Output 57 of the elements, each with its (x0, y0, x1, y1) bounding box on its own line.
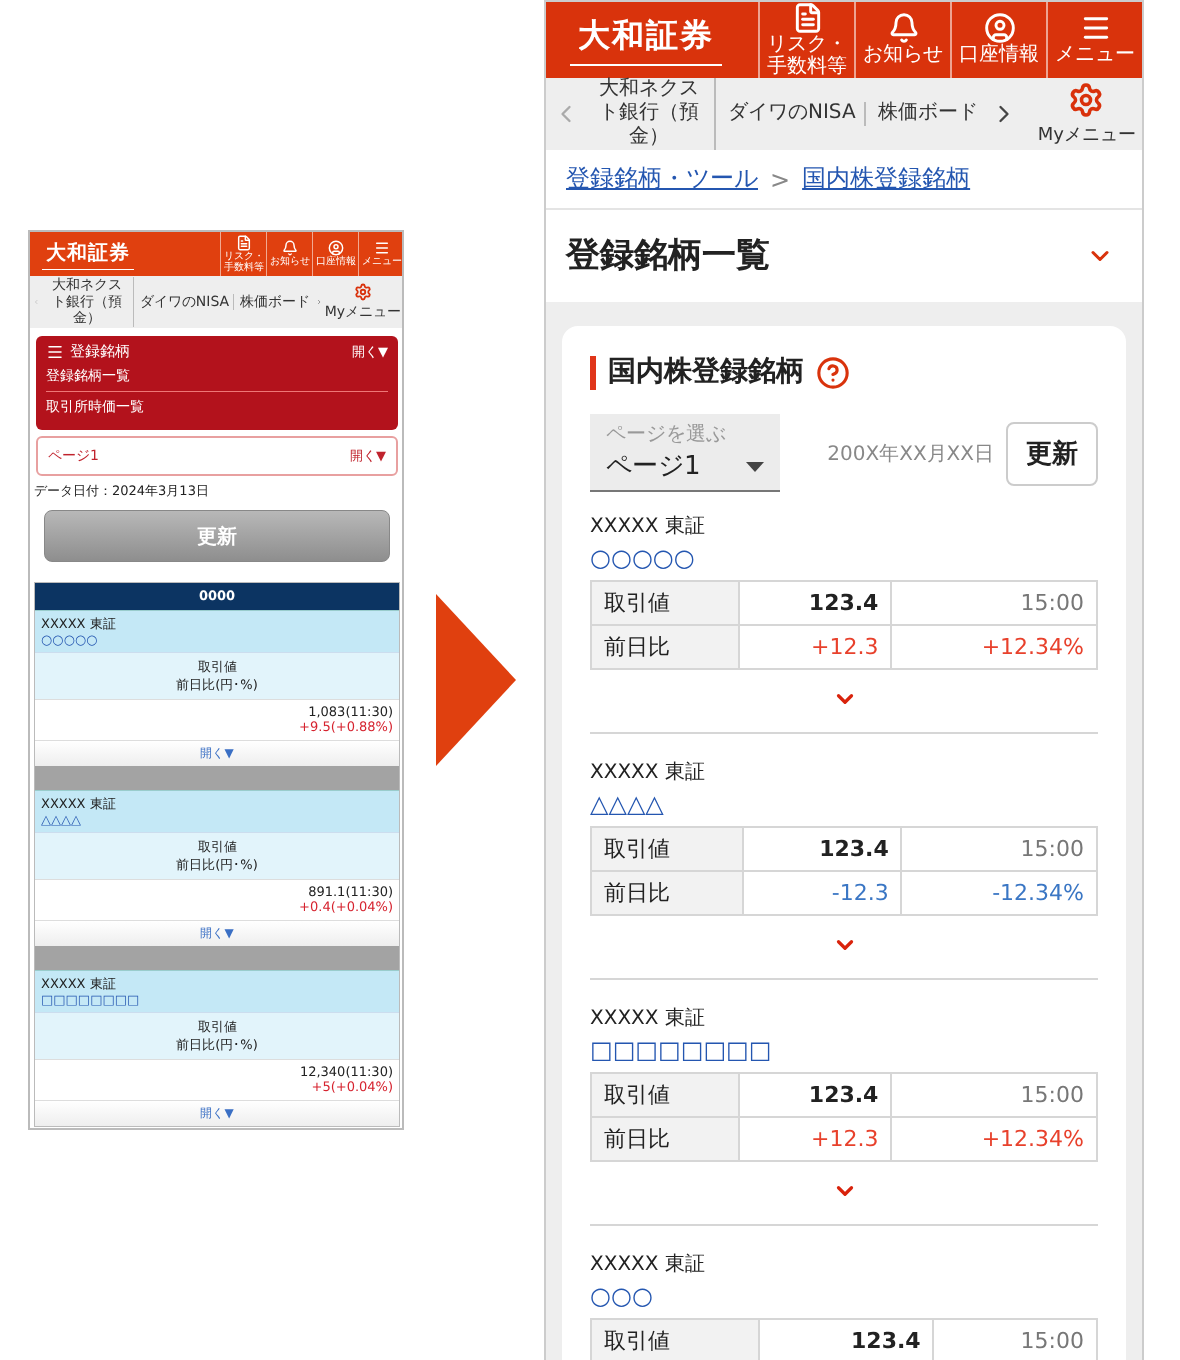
table-cell: +12.34% (891, 625, 1097, 669)
menu-icon (373, 240, 390, 257)
table-cell: 取引値 (591, 1319, 760, 1360)
title-accent (590, 355, 596, 389)
table-cell: +12.34% (891, 1117, 1097, 1161)
bell-icon (887, 12, 919, 45)
table-cell: 15:00 (933, 1319, 1097, 1360)
breadcrumb-link[interactable]: 国内株登録銘柄 (802, 162, 971, 196)
table-cell: 15:00 (891, 1073, 1097, 1117)
stock-name: XXXXX 東証 (590, 759, 707, 786)
breadcrumb-link[interactable]: 登録銘柄・ツール (566, 162, 758, 196)
table-cell: +12.3 (738, 1117, 892, 1161)
logo: 大和証券 (570, 15, 722, 65)
gear-icon (1068, 81, 1105, 117)
document-icon (235, 235, 252, 251)
user-icon (983, 12, 1015, 45)
stock-symbol: □□□□□□□□ (590, 1036, 774, 1064)
nav-link[interactable]: ダイワのNISA (720, 102, 866, 126)
stock-symbol: ○○○ (590, 1282, 655, 1310)
breadcrumb-separator: > (770, 165, 791, 193)
logo: 大和証券 (42, 238, 134, 270)
bell-icon (281, 240, 298, 257)
page-select[interactable]: ページを選ぶ ページ1 (590, 414, 780, 492)
page-title: 登録銘柄一覧 (566, 234, 770, 278)
menu-icon (1079, 12, 1111, 45)
table-cell: 123.4 (738, 581, 892, 625)
table-cell: 15:00 (891, 581, 1097, 625)
date-text: 200X年XX月XX日 (827, 441, 994, 467)
nav-link[interactable]: 大和ネクスト銀行（預金） (584, 78, 716, 150)
gear-icon (353, 283, 372, 301)
table-cell: -12.3 (743, 871, 902, 915)
user-icon (327, 240, 344, 257)
stock-name: XXXXX 東証 (590, 1005, 707, 1032)
stock-name: XXXXX 東証 (590, 1251, 707, 1278)
table-cell: 取引値 (591, 827, 744, 871)
table-cell: +12.3 (738, 625, 892, 669)
table-cell: 15:00 (901, 827, 1097, 871)
nav-link[interactable]: 株価ボード (869, 102, 986, 126)
table-cell: 123.4 (738, 1073, 892, 1117)
stock-symbol: ○○○○○ (590, 544, 697, 572)
menu-icon (46, 342, 64, 361)
card-title: 国内株登録銘柄 (608, 354, 804, 390)
my-menu-button[interactable]: Myメニュー (1037, 81, 1136, 147)
table-cell: 123.4 (743, 827, 902, 871)
table-cell: 取引値 (591, 581, 739, 625)
stock-symbol: △△△△ (590, 790, 666, 818)
caret-icon (746, 462, 764, 472)
update-button[interactable]: 更新 (1006, 421, 1098, 485)
arrow-icon (436, 594, 516, 766)
table-cell: 前日比 (591, 871, 744, 915)
table-cell: 123.4 (759, 1319, 934, 1360)
table-cell: -12.34% (901, 871, 1097, 915)
table-cell: 前日比 (591, 625, 739, 669)
table-cell: 前日比 (591, 1117, 739, 1161)
table-cell: 取引値 (591, 1073, 739, 1117)
stock-name: XXXXX 東証 (590, 513, 707, 540)
help-icon[interactable] (816, 355, 850, 389)
